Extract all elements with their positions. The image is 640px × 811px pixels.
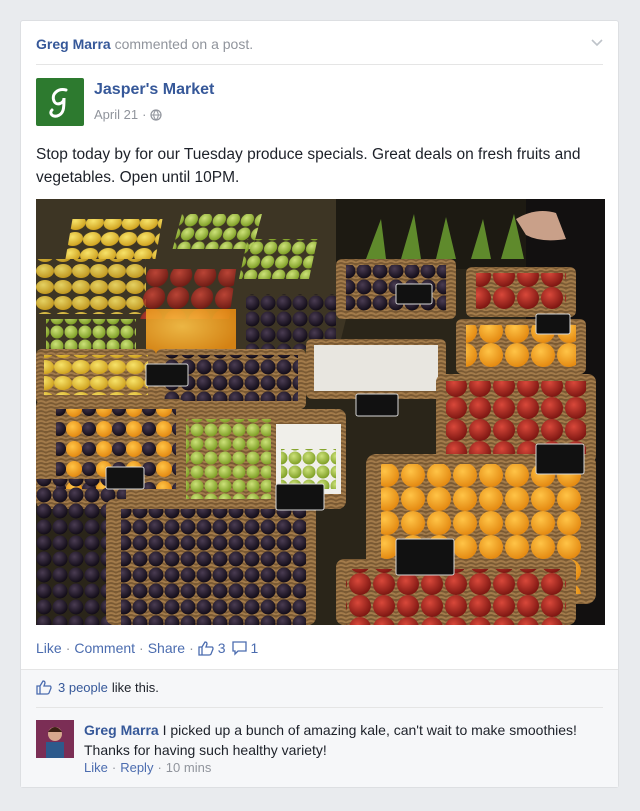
likes-suffix: like this. xyxy=(111,680,159,695)
comment-time[interactable]: 10 mins xyxy=(166,760,212,775)
comment-like-link[interactable]: Like xyxy=(84,760,108,775)
post-text: Stop today by for our Tuesday produce sp… xyxy=(36,146,581,186)
like-link[interactable]: Like xyxy=(36,640,62,656)
separator: · xyxy=(65,640,71,656)
page-name-link[interactable]: Jasper's Market xyxy=(94,81,214,99)
comment-link[interactable]: Comment xyxy=(74,640,135,656)
thumbs-up-icon xyxy=(36,680,52,695)
comment-bubble-icon[interactable] xyxy=(231,640,247,656)
share-link[interactable]: Share xyxy=(148,640,185,656)
feedback-section: 3 people like this. Greg Marra I picked … xyxy=(21,669,618,787)
commenter-avatar[interactable] xyxy=(36,720,74,758)
separator: · xyxy=(157,760,162,775)
header-divider xyxy=(36,64,603,65)
story-action-text: commented on a post. xyxy=(114,36,254,52)
globe-icon[interactable] xyxy=(150,108,163,121)
story-header: Greg Marra commented on a post. xyxy=(21,21,618,65)
comment-body: Greg Marra I picked up a bunch of amazin… xyxy=(84,720,584,760)
comment-count[interactable]: 1 xyxy=(251,640,259,656)
separator: · xyxy=(139,640,144,656)
ufi-divider xyxy=(36,707,603,708)
likers-link[interactable]: 3 people xyxy=(58,680,108,695)
post-card: Greg Marra commented on a post. Jasper's… xyxy=(20,20,619,788)
thumbs-up-icon[interactable] xyxy=(198,640,214,656)
chevron-down-icon[interactable] xyxy=(590,35,604,49)
page-logo-icon xyxy=(49,88,68,118)
post-actions: Like · Comment · Share · 3 1 xyxy=(36,638,258,658)
comment-author-link[interactable]: Greg Marra xyxy=(84,722,159,738)
post-date[interactable]: April 21 xyxy=(94,107,138,122)
post-meta: April 21 · xyxy=(94,107,163,122)
like-count[interactable]: 3 xyxy=(218,640,226,656)
avatar-image xyxy=(36,720,74,758)
likes-summary: 3 people like this. xyxy=(36,680,159,695)
post-author-row: Jasper's Market April 21 · xyxy=(36,78,596,130)
story-actor-link[interactable]: Greg Marra xyxy=(36,36,111,52)
comment-reply-link[interactable]: Reply xyxy=(120,760,153,775)
separator: · xyxy=(111,760,117,775)
meta-separator: · xyxy=(142,107,147,122)
market-produce-image xyxy=(36,199,605,625)
page-avatar[interactable] xyxy=(36,78,84,126)
separator: · xyxy=(189,640,194,656)
comment-meta: Like · Reply · 10 mins xyxy=(84,760,211,775)
post-photo[interactable] xyxy=(36,199,605,625)
